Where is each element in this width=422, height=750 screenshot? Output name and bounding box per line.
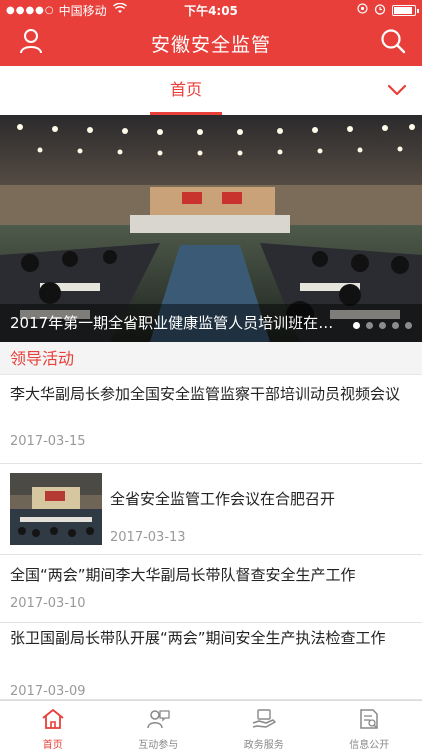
bottom-tab-home[interactable]: 首页 [0,701,106,750]
bottom-tabbar: 首页 互动参与 政务服务 信息公开 [0,700,422,750]
search-button[interactable] [376,26,410,60]
bottom-tab-label: 互动参与 [138,740,179,750]
tab-home[interactable]: 首页 [140,66,232,115]
carousel-indicator [353,322,412,329]
app-title: 安徽安全监管 [150,33,271,56]
news-title: 全国“两会”期间李大华副局长带队督查安全生产工作 [10,566,356,584]
signal-indicator: ●●●●○ [6,4,55,16]
news-item[interactable]: 张卫国副局长带队开展“两会”期间安全生产执法检查工作 2017-03-09 [0,623,422,700]
news-title: 李大华副局长参加全国安全监管监察干部培训动员视频会议 [10,385,401,403]
news-item[interactable]: 李大华副局长参加全国安全监管监察干部培训动员视频会议 2017-03-15 [0,375,422,464]
news-thumbnail [10,473,102,545]
bottom-tab-label: 政务服务 [243,740,284,750]
news-date: 2017-03-13 [110,530,186,545]
status-bar: ●●●●○ 中国移动 下午4:05 [0,0,422,20]
news-date: 2017-03-10 [10,596,86,611]
service-icon [251,708,277,736]
carousel-dot[interactable] [366,322,373,329]
news-item[interactable]: 全国“两会”期间李大华副局长带队督查安全生产工作 2017-03-10 [0,555,422,623]
news-title: 张卫国副局长带队开展“两会”期间安全生产执法检查工作 [10,629,386,647]
bottom-tab-service[interactable]: 政务服务 [211,701,317,750]
tab-expand-button[interactable] [384,78,410,102]
news-item[interactable]: 全省安全监管工作会议在合肥召开 2017-03-13 [0,464,422,555]
carousel-dot[interactable] [379,322,386,329]
carrier-name: 中国移动 [58,3,107,18]
bottom-tab-label: 首页 [42,740,63,750]
chevron-down-icon [387,81,407,100]
banner-carousel[interactable]: 2017年第一期全省职业健康监管人员培训班在黄... [0,115,422,342]
carousel-dot[interactable] [353,322,360,329]
category-tabbar: 首页 [0,66,422,115]
bottom-tab-label: 信息公开 [349,740,390,750]
user-button[interactable] [14,26,48,60]
wifi-icon [112,2,127,17]
bottom-tab-interaction[interactable]: 互动参与 [106,701,212,750]
search-icon [380,28,406,58]
news-date: 2017-03-09 [10,684,86,699]
alarm-icon [374,3,386,18]
home-icon [41,708,65,736]
battery-icon [392,4,419,16]
user-icon [19,28,43,58]
banner-caption-text: 2017年第一期全省职业健康监管人员培训班在黄... [10,314,340,332]
news-title: 全省安全监管工作会议在合肥召开 [110,490,336,508]
bottom-tab-info[interactable]: 信息公开 [317,701,422,750]
section-header: 领导活动 [0,342,422,375]
top-navbar: 安徽安全监管 [0,20,422,66]
location-icon [357,3,368,17]
interaction-icon [145,708,171,736]
news-date: 2017-03-15 [10,434,86,449]
document-icon [357,708,381,736]
carousel-dot[interactable] [405,322,412,329]
carousel-dot[interactable] [392,322,399,329]
